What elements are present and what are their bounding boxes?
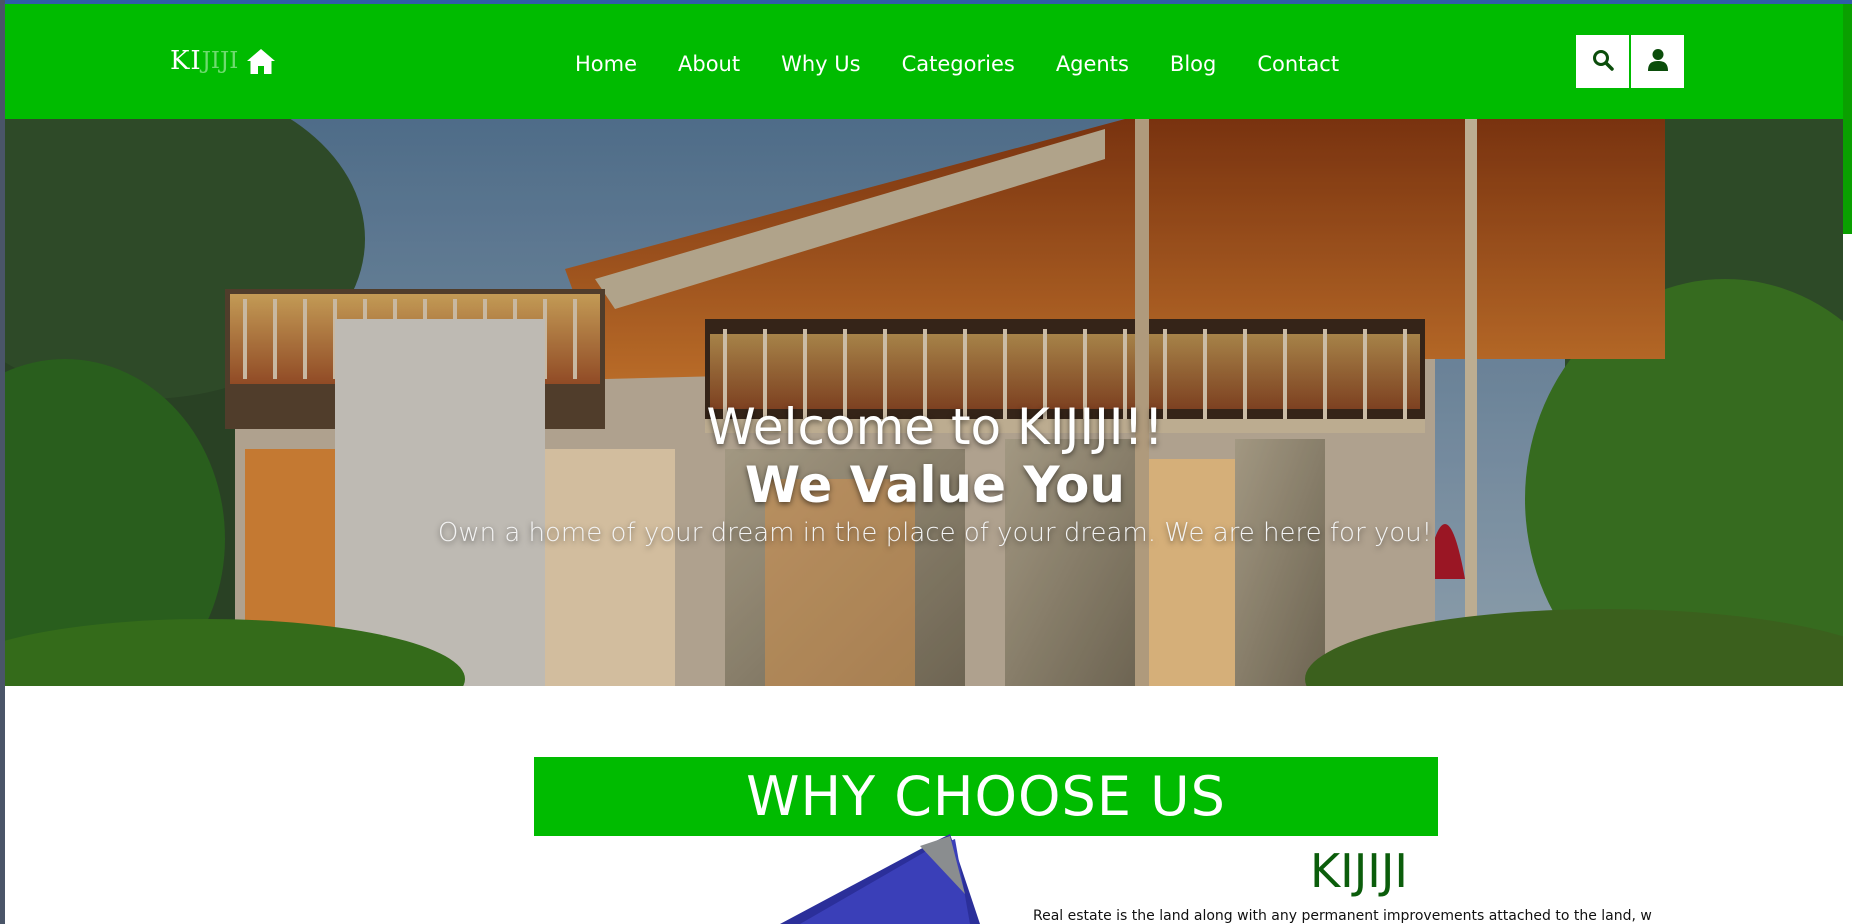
search-icon	[1592, 49, 1614, 75]
right-scroll-strip-lower	[1842, 234, 1852, 684]
search-button[interactable]	[1576, 35, 1629, 88]
brand-logo-part2: JIJI	[201, 48, 239, 74]
book-illustration	[780, 834, 980, 924]
user-button[interactable]	[1631, 35, 1684, 88]
hero-title: Welcome to KIJIJI!!	[706, 398, 1164, 456]
hero-text: Welcome to KIJIJI!! We Value You Own a h…	[5, 397, 1843, 551]
brand-logo-part1: KI	[170, 46, 202, 76]
brand-logo[interactable]: KI JIJI	[170, 46, 276, 76]
why-choose-us-heading: WHY CHOOSE US	[534, 757, 1438, 836]
nav-about[interactable]: About	[678, 50, 740, 78]
nav-why-us[interactable]: Why Us	[781, 50, 861, 78]
nav-agents[interactable]: Agents	[1056, 50, 1129, 78]
user-icon	[1647, 48, 1669, 76]
right-scroll-strip	[1842, 4, 1852, 234]
hero-banner: Welcome to KIJIJI!! We Value You Own a h…	[5, 119, 1843, 686]
nav-home[interactable]: Home	[575, 50, 637, 78]
home-icon	[246, 47, 276, 75]
navbar: KI JIJI Home About Why Us Categories Age…	[5, 4, 1843, 119]
hero-subtitle: We Value You	[744, 456, 1125, 514]
about-text: Real estate is the land along with any p…	[1033, 908, 1653, 924]
nav-actions	[1576, 35, 1684, 88]
main-nav: Home About Why Us Categories Agents Blog…	[575, 50, 1380, 78]
nav-contact[interactable]: Contact	[1257, 50, 1339, 78]
nav-blog[interactable]: Blog	[1170, 50, 1216, 78]
about-title: KIJIJI	[1310, 844, 1408, 898]
page: KI JIJI Home About Why Us Categories Age…	[0, 0, 1852, 924]
why-choose-us-heading-text: WHY CHOOSE US	[746, 765, 1226, 828]
nav-categories[interactable]: Categories	[902, 50, 1015, 78]
hero-tagline: Own a home of your dream in the place of…	[437, 518, 1433, 548]
